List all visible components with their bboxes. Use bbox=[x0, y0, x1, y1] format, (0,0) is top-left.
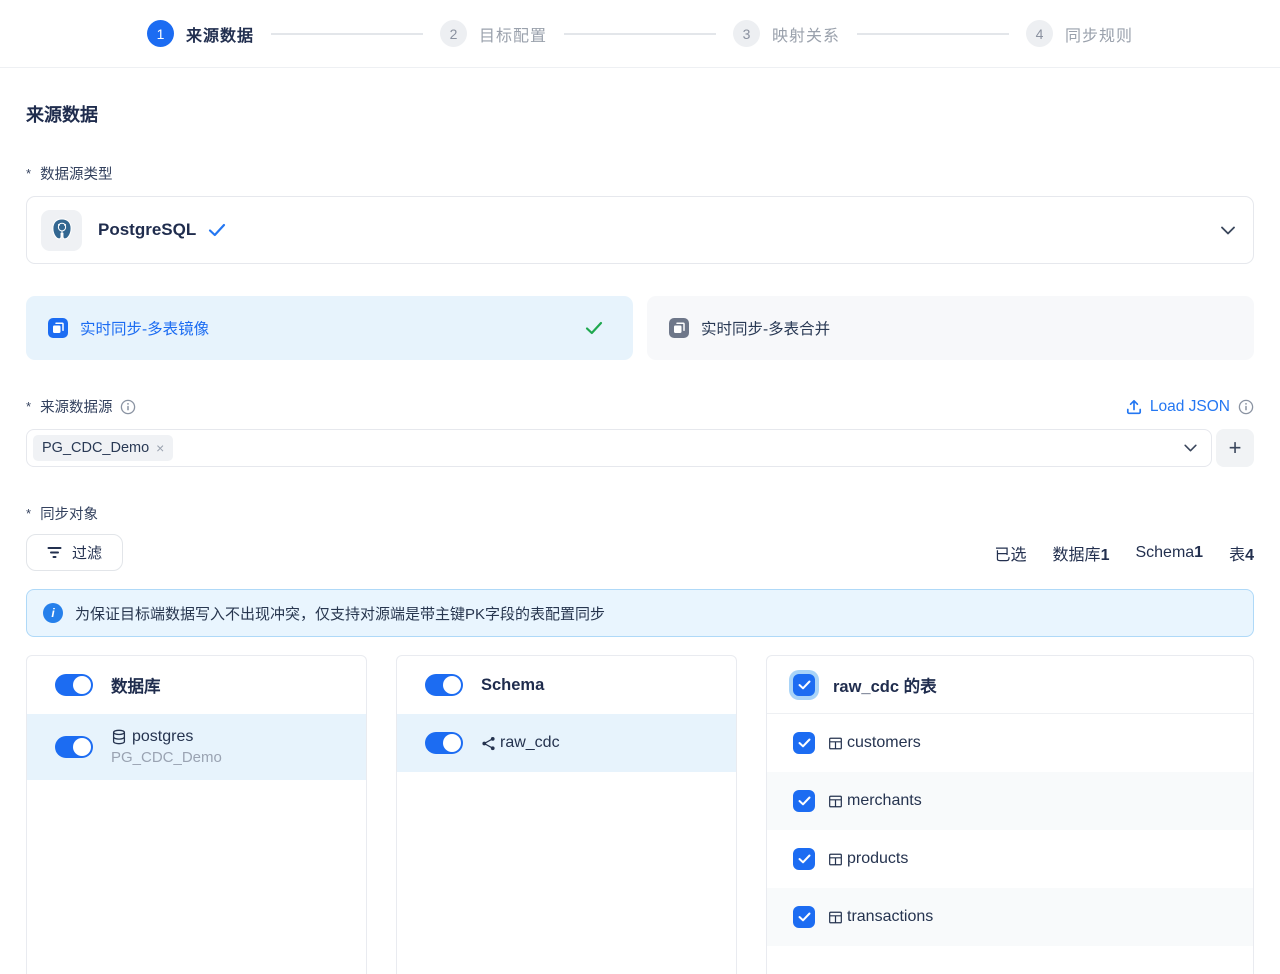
upload-icon bbox=[1126, 399, 1142, 415]
table-name: products bbox=[847, 850, 908, 868]
step-1-label: 来源数据 bbox=[186, 22, 254, 46]
step-mapping[interactable]: 3 映射关系 bbox=[733, 20, 840, 47]
table-icon bbox=[828, 794, 843, 809]
datasource-tag-label: PG_CDC_Demo bbox=[42, 440, 149, 456]
table-name: transactions bbox=[847, 908, 933, 926]
step-sync-rules[interactable]: 4 同步规则 bbox=[1026, 20, 1133, 47]
source-datasource-label-text: 来源数据源 bbox=[40, 396, 113, 417]
info-icon[interactable] bbox=[1238, 399, 1254, 415]
database-all-toggle[interactable] bbox=[55, 674, 93, 696]
tag-remove-icon[interactable]: × bbox=[156, 440, 164, 456]
step-4-label: 同步规则 bbox=[1065, 22, 1133, 46]
table-merchants-checkbox[interactable] bbox=[793, 790, 815, 812]
sync-objects-label: * 同步对象 bbox=[26, 503, 1254, 524]
pk-notice-banner: i 为保证目标端数据写入不出现冲突，仅支持对源端是带主键PK字段的表配置同步 bbox=[26, 589, 1254, 637]
database-panel-header: 数据库 bbox=[111, 673, 161, 697]
tables-all-checkbox[interactable] bbox=[793, 674, 815, 696]
load-json-button[interactable]: Load JSON bbox=[1126, 398, 1254, 416]
tables-panel-header: raw_cdc 的表 bbox=[833, 673, 937, 697]
table-icon bbox=[828, 910, 843, 925]
required-marker: * bbox=[26, 399, 31, 414]
merge-mode-icon bbox=[669, 318, 689, 338]
datasource-type-label-text: 数据源类型 bbox=[40, 163, 113, 184]
source-datasource-select[interactable]: PG_CDC_Demo × bbox=[26, 429, 1212, 467]
step-3-label: 映射关系 bbox=[772, 22, 840, 46]
source-datasource-label: * 来源数据源 bbox=[26, 396, 136, 417]
table-transactions-checkbox[interactable] bbox=[793, 906, 815, 928]
tables-panel: raw_cdc 的表 customers bbox=[766, 655, 1254, 974]
database-item-subtitle: PG_CDC_Demo bbox=[111, 749, 222, 766]
summary-database-count: 数据库1 bbox=[1053, 541, 1110, 565]
selection-summary: 已选 数据库1 Schema1 表4 bbox=[995, 541, 1254, 565]
schema-item-raw-cdc[interactable]: raw_cdc bbox=[397, 714, 736, 772]
sync-mode-merge-label: 实时同步-多表合并 bbox=[701, 317, 830, 339]
datasource-type-value: PostgreSQL bbox=[98, 220, 196, 240]
step-connector bbox=[564, 33, 716, 35]
step-4-number: 4 bbox=[1026, 20, 1053, 47]
summary-schema-count: Schema1 bbox=[1135, 544, 1203, 562]
step-connector bbox=[271, 33, 423, 35]
mode-selected-check-icon bbox=[585, 321, 603, 335]
filter-icon bbox=[47, 546, 62, 559]
filter-button-label: 过滤 bbox=[72, 542, 102, 563]
sync-mode-cards: 实时同步-多表镜像 实时同步-多表合并 bbox=[26, 296, 1254, 360]
datasource-tag: PG_CDC_Demo × bbox=[33, 435, 173, 461]
schema-panel-header: Schema bbox=[481, 676, 544, 695]
datasource-type-select[interactable]: PostgreSQL bbox=[26, 196, 1254, 264]
table-customers-checkbox[interactable] bbox=[793, 732, 815, 754]
database-item-name: postgres bbox=[132, 728, 193, 746]
step-connector bbox=[857, 33, 1009, 35]
table-icon bbox=[828, 852, 843, 867]
schema-item-name: raw_cdc bbox=[500, 734, 560, 752]
database-icon bbox=[111, 729, 127, 745]
step-target-config[interactable]: 2 目标配置 bbox=[440, 20, 547, 47]
table-name: merchants bbox=[847, 792, 922, 810]
step-3-number: 3 bbox=[733, 20, 760, 47]
step-1-number: 1 bbox=[147, 20, 174, 47]
table-products-checkbox[interactable] bbox=[793, 848, 815, 870]
wizard-stepper-bar: 1 来源数据 2 目标配置 3 映射关系 4 同步规则 bbox=[0, 0, 1280, 68]
wizard-stepper: 1 来源数据 2 目标配置 3 映射关系 4 同步规则 bbox=[147, 20, 1133, 47]
pk-notice-text: 为保证目标端数据写入不出现冲突，仅支持对源端是带主键PK字段的表配置同步 bbox=[75, 603, 605, 624]
summary-table-count: 表4 bbox=[1229, 541, 1254, 565]
schema-all-toggle[interactable] bbox=[425, 674, 463, 696]
table-row-merchants[interactable]: merchants bbox=[767, 772, 1253, 830]
info-filled-icon: i bbox=[43, 603, 63, 623]
sync-objects-label-text: 同步对象 bbox=[40, 503, 98, 524]
info-icon[interactable] bbox=[120, 399, 136, 415]
table-row-transactions[interactable]: transactions bbox=[767, 888, 1253, 946]
schema-raw-cdc-toggle[interactable] bbox=[425, 732, 463, 754]
summary-prefix: 已选 bbox=[995, 541, 1027, 565]
table-name: customers bbox=[847, 734, 921, 752]
add-datasource-button[interactable]: + bbox=[1216, 429, 1254, 467]
database-postgres-toggle[interactable] bbox=[55, 736, 93, 758]
mirror-mode-icon bbox=[48, 318, 68, 338]
page-title: 来源数据 bbox=[26, 101, 1254, 127]
load-json-label: Load JSON bbox=[1150, 398, 1230, 416]
sync-mode-mirror-card[interactable]: 实时同步-多表镜像 bbox=[26, 296, 633, 360]
table-row-customers[interactable]: customers bbox=[767, 714, 1253, 772]
sync-mode-mirror-label: 实时同步-多表镜像 bbox=[80, 317, 209, 339]
filter-button[interactable]: 过滤 bbox=[26, 534, 123, 571]
required-marker: * bbox=[26, 166, 31, 181]
schema-icon bbox=[481, 736, 496, 751]
selected-check-icon bbox=[208, 223, 226, 237]
sync-mode-merge-card[interactable]: 实时同步-多表合并 bbox=[647, 296, 1254, 360]
table-row-products[interactable]: products bbox=[767, 830, 1253, 888]
required-marker: * bbox=[26, 506, 31, 521]
chevron-down-icon bbox=[1184, 444, 1197, 452]
step-2-number: 2 bbox=[440, 20, 467, 47]
step-2-label: 目标配置 bbox=[479, 22, 547, 46]
chevron-down-icon bbox=[1221, 226, 1235, 235]
datasource-type-label: * 数据源类型 bbox=[26, 163, 1254, 184]
step-source-data[interactable]: 1 来源数据 bbox=[147, 20, 254, 47]
table-icon bbox=[828, 736, 843, 751]
database-panel: 数据库 postgres PG_CDC_Demo bbox=[26, 655, 367, 974]
database-item-postgres[interactable]: postgres PG_CDC_Demo bbox=[27, 714, 366, 780]
schema-panel: Schema raw_cdc bbox=[396, 655, 737, 974]
postgresql-logo-icon bbox=[41, 210, 82, 251]
